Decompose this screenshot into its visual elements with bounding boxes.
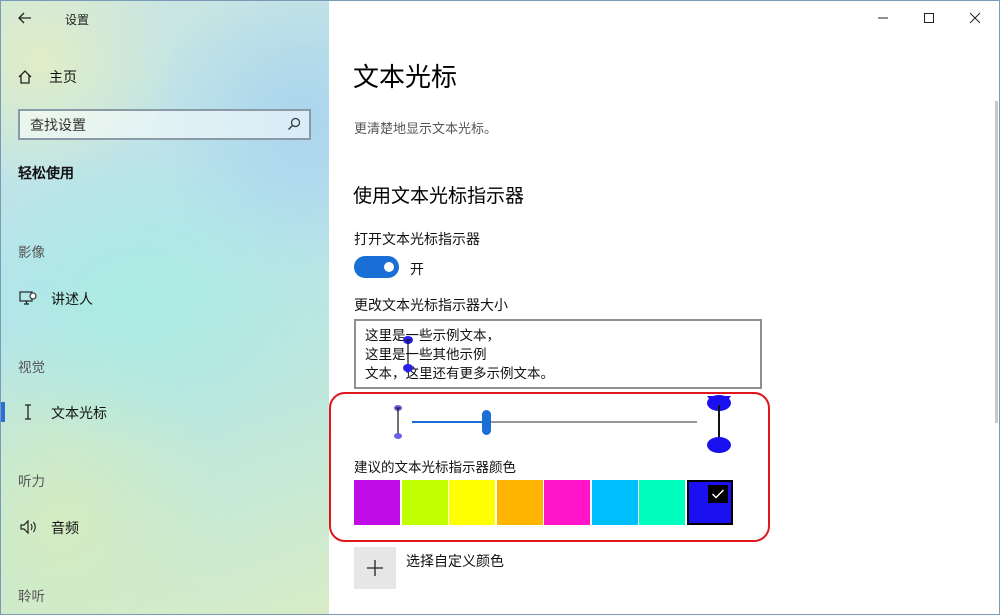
- preview-line: 这里是一些其他示例: [365, 347, 487, 363]
- section-title: 使用文本光标指示器: [353, 185, 525, 207]
- settings-window: 设置 主页 查找设置 轻松使用 影像 讲述人 视觉 文本光标 听力 音频 聆听 …: [0, 0, 1000, 615]
- title-bar: 设置: [1, 1, 329, 35]
- text-cursor-icon: [19, 404, 37, 420]
- close-icon: [969, 12, 981, 24]
- cursor-size-slider-thumb[interactable]: [481, 410, 491, 435]
- preview-text-box: 这里是一些示例文本， 这里是一些其他示例 文本，这里还有更多示例文本。: [354, 319, 762, 389]
- preview-line: 这里是一些示例文本，: [365, 328, 500, 344]
- home-icon: [18, 70, 32, 84]
- size-label: 更改文本光标指示器大小: [354, 298, 508, 314]
- search-icon: [288, 117, 301, 130]
- color-swatch[interactable]: [686, 480, 733, 525]
- cursor-indicator-toggle[interactable]: [354, 256, 399, 278]
- toggle-knob: [384, 262, 394, 272]
- active-indicator: [1, 402, 5, 422]
- plus-icon: [367, 560, 383, 576]
- page-description: 更清楚地显示文本光标。: [354, 122, 498, 137]
- minimize-button[interactable]: [860, 1, 906, 35]
- color-swatch[interactable]: [639, 480, 685, 525]
- page-title: 文本光标: [353, 63, 458, 93]
- large-cursor-icon: [707, 395, 731, 453]
- speaker-icon: [19, 519, 37, 535]
- minimize-icon: [878, 17, 888, 19]
- group-label-visual: 视觉: [18, 360, 45, 376]
- group-label-hearing: 听力: [18, 474, 45, 490]
- back-arrow-icon: [18, 12, 31, 24]
- slider-track[interactable]: [486, 421, 697, 423]
- color-swatch[interactable]: [544, 480, 590, 525]
- scrollbar[interactable]: [995, 101, 998, 423]
- sidebar-item-narrator[interactable]: 讲述人: [1, 283, 329, 313]
- custom-color-label[interactable]: 选择自定义颜色: [406, 551, 504, 571]
- slider-track-filled: [412, 421, 487, 423]
- color-swatch[interactable]: [354, 480, 400, 525]
- color-swatch[interactable]: [496, 480, 543, 525]
- preview-cursor-indicator-icon: [403, 336, 413, 372]
- sidebar-item-label: 音频: [51, 521, 79, 537]
- toggle-state-label: 开: [410, 262, 424, 278]
- group-label-vision: 影像: [18, 245, 45, 261]
- nav-home[interactable]: 主页: [17, 63, 317, 91]
- toggle-label: 打开文本光标指示器: [354, 232, 480, 248]
- color-swatch[interactable]: [591, 480, 638, 525]
- checkmark-icon: [707, 485, 728, 503]
- search-input[interactable]: 查找设置: [18, 109, 311, 140]
- sidebar: 设置 主页 查找设置 轻松使用 影像 讲述人 视觉 文本光标 听力 音频 聆听: [1, 1, 329, 614]
- sidebar-item-label: 文本光标: [51, 406, 107, 422]
- narrator-icon: [19, 290, 37, 306]
- color-label: 建议的文本光标指示器颜色: [354, 460, 516, 476]
- search-placeholder: 查找设置: [30, 117, 86, 134]
- maximize-button[interactable]: [906, 1, 952, 35]
- app-title: 设置: [65, 13, 90, 27]
- custom-color-button[interactable]: [354, 547, 396, 589]
- maximize-icon: [924, 13, 934, 23]
- section-heading: 轻松使用: [18, 166, 74, 182]
- group-label-interaction: 聆听: [18, 589, 45, 605]
- sidebar-item-audio[interactable]: 音频: [1, 512, 329, 542]
- sidebar-item-label: 讲述人: [51, 292, 93, 308]
- preview-line: 文本，这里还有更多示例文本。: [365, 366, 554, 382]
- back-button[interactable]: [9, 5, 41, 31]
- color-swatch[interactable]: [449, 480, 495, 525]
- color-swatch[interactable]: [401, 480, 448, 525]
- sidebar-item-text-cursor[interactable]: 文本光标: [1, 397, 329, 427]
- close-button[interactable]: [952, 1, 998, 35]
- nav-home-label: 主页: [49, 70, 77, 86]
- small-cursor-icon: [394, 405, 402, 439]
